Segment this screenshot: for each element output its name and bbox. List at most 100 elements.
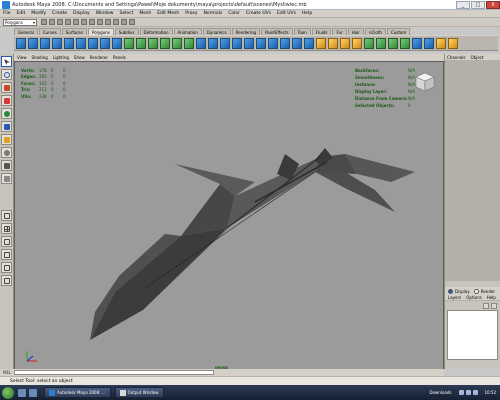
- snap-curve-icon[interactable]: [97, 19, 103, 25]
- soft-modification-tool[interactable]: [1, 147, 12, 158]
- menu-modify[interactable]: Modify: [31, 11, 46, 16]
- select-by-hierarchy-icon[interactable]: [65, 19, 71, 25]
- poly-plane-icon[interactable]: [64, 37, 74, 49]
- paint-select-tool[interactable]: [1, 82, 12, 93]
- layers-menu[interactable]: Layers: [448, 295, 461, 300]
- mirror-geometry-icon[interactable]: [220, 37, 230, 49]
- reduce-icon[interactable]: [208, 37, 218, 49]
- new-layer-selected-icon[interactable]: [491, 302, 497, 309]
- new-scene-icon[interactable]: [41, 19, 47, 25]
- snap-grid-icon[interactable]: [89, 19, 95, 25]
- shelf-tab-hair[interactable]: Hair: [347, 28, 364, 35]
- menu-display[interactable]: Display: [73, 11, 90, 16]
- persp-outliner-layout[interactable]: [1, 236, 12, 247]
- insert-edge-loop-icon[interactable]: [292, 37, 302, 49]
- fill-hole-icon[interactable]: [268, 37, 278, 49]
- panel-menu-shading[interactable]: Shading: [32, 55, 48, 60]
- shelf-tab-fluids[interactable]: Fluids: [311, 28, 332, 35]
- maximize-button[interactable]: □: [471, 0, 485, 9]
- move-tool[interactable]: [1, 95, 12, 106]
- last-tool-used[interactable]: [1, 173, 12, 184]
- uv-editor-icon[interactable]: [436, 37, 446, 49]
- select-by-object-icon[interactable]: [73, 19, 79, 25]
- show-manipulator-tool[interactable]: [1, 160, 12, 171]
- offset-edge-loop-icon[interactable]: [304, 37, 314, 49]
- panel-menu-lighting[interactable]: Lighting: [53, 55, 69, 60]
- rotate-tool[interactable]: [1, 108, 12, 119]
- channels-menu[interactable]: Channels: [447, 55, 466, 60]
- ipr-render-icon[interactable]: [121, 19, 127, 25]
- poly-cone-icon[interactable]: [52, 37, 62, 49]
- bridge-icon[interactable]: [244, 37, 254, 49]
- combine-icon[interactable]: [124, 37, 134, 49]
- save-scene-icon[interactable]: [57, 19, 63, 25]
- menu-edit-uvs[interactable]: Edit UVs: [277, 11, 296, 16]
- extract-icon[interactable]: [148, 37, 158, 49]
- merge-vertices-icon[interactable]: [364, 37, 374, 49]
- menu-create[interactable]: Create: [52, 11, 67, 16]
- downloads-toolbar[interactable]: Downloads: [430, 390, 452, 395]
- taskbar-output-window[interactable]: Output Window: [114, 387, 164, 398]
- menu-edit-mesh[interactable]: Edit Mesh: [157, 11, 179, 16]
- poly-pipe-icon[interactable]: [112, 37, 122, 49]
- layer-help-menu[interactable]: Help: [487, 295, 496, 300]
- volume-icon[interactable]: [466, 390, 472, 395]
- menu-edit[interactable]: Edit: [17, 11, 26, 16]
- hypershade-icon[interactable]: [448, 37, 458, 49]
- command-input[interactable]: [14, 370, 215, 375]
- menu-color[interactable]: Color: [228, 11, 240, 16]
- render-icon[interactable]: [113, 19, 119, 25]
- poly-prism-icon[interactable]: [88, 37, 98, 49]
- snap-point-icon[interactable]: [105, 19, 111, 25]
- cylindrical-mapping-icon[interactable]: [328, 37, 338, 49]
- shelf-tab-fur[interactable]: Fur: [332, 28, 347, 35]
- shelf-tab-painteffects[interactable]: PaintEffects: [261, 28, 293, 35]
- quadrangulate-icon[interactable]: [400, 37, 410, 49]
- panel-menu-show[interactable]: Show: [74, 55, 85, 60]
- poly-cylinder-icon[interactable]: [40, 37, 50, 49]
- render-settings-icon[interactable]: [129, 19, 135, 25]
- separate-icon[interactable]: [136, 37, 146, 49]
- open-scene-icon[interactable]: [49, 19, 55, 25]
- render-layer-radio[interactable]: [473, 288, 479, 294]
- persp-graph-outliner-layout[interactable]: [1, 275, 12, 286]
- shelf-tab-dynamics[interactable]: Dynamics: [202, 28, 231, 35]
- planar-mapping-icon[interactable]: [316, 37, 326, 49]
- menu-mesh[interactable]: Mesh: [139, 11, 151, 16]
- layer-list[interactable]: [447, 310, 498, 360]
- display-layer-radio[interactable]: [448, 288, 453, 294]
- poly-sphere-icon[interactable]: [16, 37, 26, 49]
- persp-graph-layout[interactable]: [1, 249, 12, 260]
- options-menu[interactable]: Options: [466, 295, 481, 300]
- taskbar-maya[interactable]: Autodesk Maya 2008: ...: [44, 387, 111, 398]
- menu-normals[interactable]: Normals: [204, 11, 223, 16]
- view-cube-icon[interactable]: [415, 72, 435, 92]
- shelf-tab-surfaces[interactable]: Surfaces: [61, 28, 87, 35]
- spherical-mapping-icon[interactable]: [340, 37, 350, 49]
- browser-icon[interactable]: [29, 388, 37, 397]
- single-perspective-layout[interactable]: [1, 210, 12, 221]
- menu-proxy[interactable]: Proxy: [185, 11, 197, 16]
- harden-edge-icon[interactable]: [424, 37, 434, 49]
- shelf-tab-animation[interactable]: Animation: [173, 28, 202, 35]
- shelf-tab-polygons[interactable]: Polygons: [87, 28, 114, 35]
- boolean-intersection-icon[interactable]: [184, 37, 194, 49]
- shelf-tab-rendering[interactable]: Rendering: [231, 28, 261, 35]
- show-desktop-icon[interactable]: [18, 388, 26, 397]
- security-icon[interactable]: [473, 390, 479, 395]
- extrude-icon[interactable]: [232, 37, 242, 49]
- shelf-tab-custom[interactable]: Custom: [386, 28, 411, 35]
- boolean-difference-icon[interactable]: [172, 37, 182, 49]
- poly-pyramid-icon[interactable]: [100, 37, 110, 49]
- boolean-union-icon[interactable]: [160, 37, 170, 49]
- append-polygon-icon[interactable]: [256, 37, 266, 49]
- scale-tool[interactable]: [1, 121, 12, 132]
- perspective-viewport[interactable]: Verts: 178 0 0 Edges: 282 0 0 Faces: 102 0 0 Tris…: [14, 61, 444, 374]
- menu-select[interactable]: Select: [119, 11, 133, 16]
- cleanup-icon[interactable]: [376, 37, 386, 49]
- menu-help[interactable]: Help: [302, 11, 312, 16]
- split-polygon-icon[interactable]: [280, 37, 290, 49]
- universal-manipulator-tool[interactable]: [1, 134, 12, 145]
- smooth-icon[interactable]: [196, 37, 206, 49]
- menu-window[interactable]: Window: [96, 11, 114, 16]
